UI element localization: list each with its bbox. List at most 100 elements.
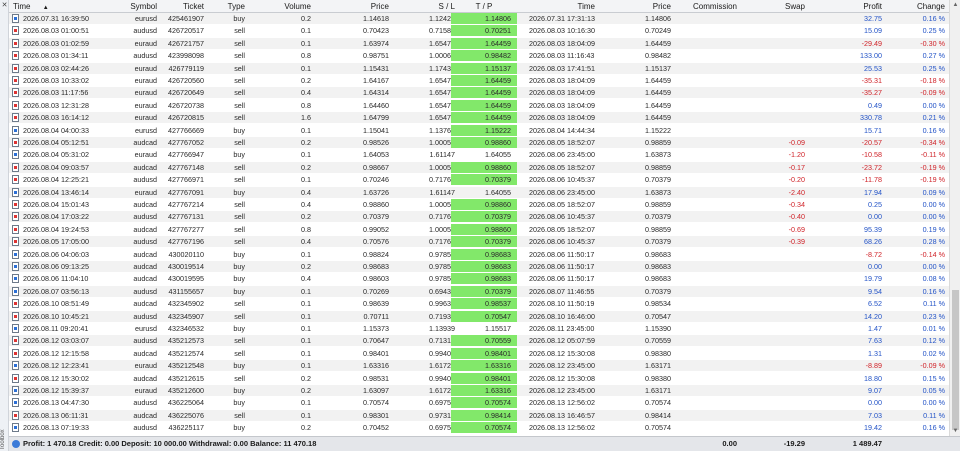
col-header-type[interactable]: Type <box>209 0 245 13</box>
sell-order-icon <box>12 100 19 110</box>
cell-open-price: 1.64053 <box>363 150 389 160</box>
vertical-scrollbar[interactable]: ▲ ▼ <box>949 0 960 436</box>
table-row[interactable]: 2026.08.12 03:03:07 audusd 435212573 sell 0.… <box>9 335 949 347</box>
cell-tp: 1.63316 <box>451 360 517 372</box>
cell-volume: 0.1 <box>301 63 311 73</box>
cell-open-price: 0.70246 <box>363 175 389 185</box>
table-row[interactable]: 2026.08.03 02:44:26 euraud 426779119 sell 0.… <box>9 62 949 74</box>
cell-profit: -29.49 <box>861 38 882 48</box>
table-row[interactable]: 2026.08.04 13:46:14 euraud 427767091 buy 0.4… <box>9 186 949 198</box>
col-header-profit[interactable]: Profit <box>809 0 882 13</box>
table-row[interactable]: 2026.08.06 09:13:25 audcad 430019514 buy 0.2… <box>9 261 949 272</box>
trade-rows: 2026.07.31 16:39:50 eurusd 425461907 buy 0.2… <box>9 13 949 436</box>
table-row[interactable]: 2026.08.04 12:25:21 audusd 427766971 sell 0.… <box>9 174 949 186</box>
cell-type: sell <box>234 76 245 85</box>
cell-profit: 18.80 <box>864 373 882 383</box>
scroll-down-icon[interactable]: ▼ <box>950 426 960 436</box>
cell-commission <box>673 286 737 297</box>
cell-sl: 1.00053 <box>429 224 455 234</box>
table-row[interactable]: 2026.08.13 04:47:30 audusd 436225064 buy 0.1… <box>9 397 949 409</box>
table-row[interactable]: 2026.08.03 01:34:11 audusd 423998098 sell 0.… <box>9 50 949 62</box>
table-row[interactable]: 2026.08.12 15:39:37 euraud 435212600 buy 0.2… <box>9 385 949 396</box>
table-row[interactable]: 2026.08.04 05:12:51 audcad 427767052 sell 0.… <box>9 137 949 148</box>
table-row[interactable]: 2026.08.03 16:14:12 euraud 426720815 sell 1.… <box>9 112 949 124</box>
table-row[interactable]: 2026.08.12 15:30:02 audcad 435212615 sell 0.… <box>9 372 949 384</box>
table-row[interactable]: 2026.08.03 10:33:02 euraud 426720560 sell 0.… <box>9 75 949 86</box>
col-header-close-price[interactable]: Price <box>609 0 671 13</box>
col-header-sl[interactable]: S / L <box>399 0 455 13</box>
table-row[interactable]: 2026.08.03 01:00:51 audusd 426720517 sell 0.… <box>9 25 949 37</box>
table-row[interactable]: 2026.08.05 17:05:00 audusd 427767196 sell 0.… <box>9 236 949 248</box>
cell-close-time: 2026.07.31 17:31:13 <box>529 14 595 23</box>
col-header-ticket[interactable]: Ticket <box>159 0 204 13</box>
table-row[interactable]: 2026.08.13 07:19:33 audusd 436225117 buy 0.2… <box>9 422 949 434</box>
cell-commission <box>673 149 737 160</box>
cell-change: -0.19 % <box>920 162 945 172</box>
table-row[interactable]: 2026.08.03 01:02:59 euraud 426721757 sell 0.… <box>9 37 949 49</box>
cell-symbol: eurusd <box>135 14 157 23</box>
table-row[interactable]: 2026.08.04 19:24:53 audcad 427767277 sell 0.… <box>9 223 949 235</box>
cell-commission <box>673 100 737 111</box>
table-row[interactable]: 2026.08.04 05:31:02 euraud 427766947 buy 0.1… <box>9 149 949 160</box>
cell-profit: 7.63 <box>868 336 882 346</box>
table-row[interactable]: 2026.08.11 09:20:41 eurusd 432346532 buy 0.1… <box>9 323 949 334</box>
cell-commission <box>673 224 737 235</box>
table-row[interactable]: 2026.08.10 08:51:49 audcad 432345902 sell 0.… <box>9 298 949 310</box>
col-header-change[interactable]: Change <box>884 0 945 13</box>
cell-type: sell <box>234 410 245 420</box>
cell-tp: 0.98401 <box>451 347 517 359</box>
table-row[interactable]: 2026.08.03 11:17:56 euraud 426720649 sell 0.… <box>9 87 949 99</box>
cell-tp: 0.98482 <box>451 50 517 62</box>
table-row[interactable]: 2026.08.10 10:45:21 audusd 432345907 sell 0.… <box>9 310 949 322</box>
table-row[interactable]: 2026.08.04 17:03:22 audusd 427767131 sell 0.… <box>9 211 949 223</box>
col-header-close-time[interactable]: Time <box>529 0 595 13</box>
table-row[interactable]: 2026.07.31 16:39:50 eurusd 425461907 buy 0.2… <box>9 13 949 24</box>
cell-type: buy <box>233 125 245 135</box>
cell-close-price: 0.70379 <box>645 237 671 247</box>
cell-open-time: 2026.08.13 07:19:33 <box>23 423 89 433</box>
cell-type: sell <box>234 113 245 123</box>
cell-symbol: euraud <box>134 150 157 160</box>
col-header-commission[interactable]: Commission <box>673 0 737 13</box>
cell-close-price: 1.63873 <box>645 150 671 160</box>
cell-change: 0.12 % <box>922 336 945 346</box>
cell-open-price: 1.15041 <box>363 125 389 135</box>
table-row[interactable]: 2026.08.06 04:06:03 audcad 430020110 buy 0.1… <box>9 248 949 260</box>
cell-change: 0.28 % <box>922 237 945 247</box>
toolbox-label[interactable]: Toolbox <box>0 429 9 450</box>
table-row[interactable]: 2026.08.12 12:23:41 euraud 435212548 buy 0.1… <box>9 360 949 372</box>
table-row[interactable]: 2026.08.07 03:56:13 audusd 431155657 buy 0.1… <box>9 285 949 297</box>
cell-change: 0.05 % <box>922 386 945 395</box>
cell-sl: 0.97855 <box>429 274 455 284</box>
col-header-volume[interactable]: Volume <box>259 0 311 13</box>
close-icon[interactable]: ✕ <box>1 2 8 9</box>
cell-close-price: 0.98859 <box>645 200 671 209</box>
scroll-thumb[interactable] <box>952 290 959 430</box>
cell-close-price: 0.98683 <box>645 262 671 271</box>
cell-close-price: 0.98859 <box>645 162 671 172</box>
cell-open-price: 1.15431 <box>363 63 389 73</box>
cell-profit: -35.31 <box>861 76 882 85</box>
scroll-up-icon[interactable]: ▲ <box>950 0 960 10</box>
col-header-open-price[interactable]: Price <box>319 0 389 13</box>
table-row[interactable]: 2026.08.12 12:15:58 audcad 435212574 sell 0.… <box>9 347 949 359</box>
cell-symbol: audusd <box>133 286 157 296</box>
cell-open-price: 0.98401 <box>363 348 389 358</box>
cell-volume: 0.1 <box>301 311 311 321</box>
cell-sl: 1.12425 <box>429 14 455 23</box>
col-header-time[interactable]: Time ▲ <box>13 0 73 13</box>
col-header-tp[interactable]: T / P <box>451 0 517 13</box>
table-row[interactable]: 2026.08.13 06:11:31 audcad 436225076 sell 0.… <box>9 409 949 421</box>
cell-open-price: 0.98531 <box>363 373 389 383</box>
col-header-swap[interactable]: Swap <box>739 0 805 13</box>
col-header-symbol[interactable]: Symbol <box>107 0 157 13</box>
cell-tp: 0.70251 <box>451 25 517 37</box>
cell-tp: 1.15222 <box>451 124 517 136</box>
table-row[interactable]: 2026.08.06 11:04:10 audcad 430019595 buy 0.4… <box>9 273 949 285</box>
table-row[interactable]: 2026.08.03 12:31:28 euraud 426720738 sell 0.… <box>9 99 949 111</box>
table-row[interactable]: 2026.08.04 09:03:57 audcad 427767148 sell 0.… <box>9 161 949 173</box>
table-row[interactable]: 2026.08.04 15:01:43 audcad 427767214 sell 0.… <box>9 199 949 210</box>
cell-tp: 0.98683 <box>451 273 517 285</box>
table-row[interactable]: 2026.08.04 04:00:33 eurusd 427766669 buy 0.1… <box>9 124 949 136</box>
cell-close-price: 1.15390 <box>645 324 671 333</box>
